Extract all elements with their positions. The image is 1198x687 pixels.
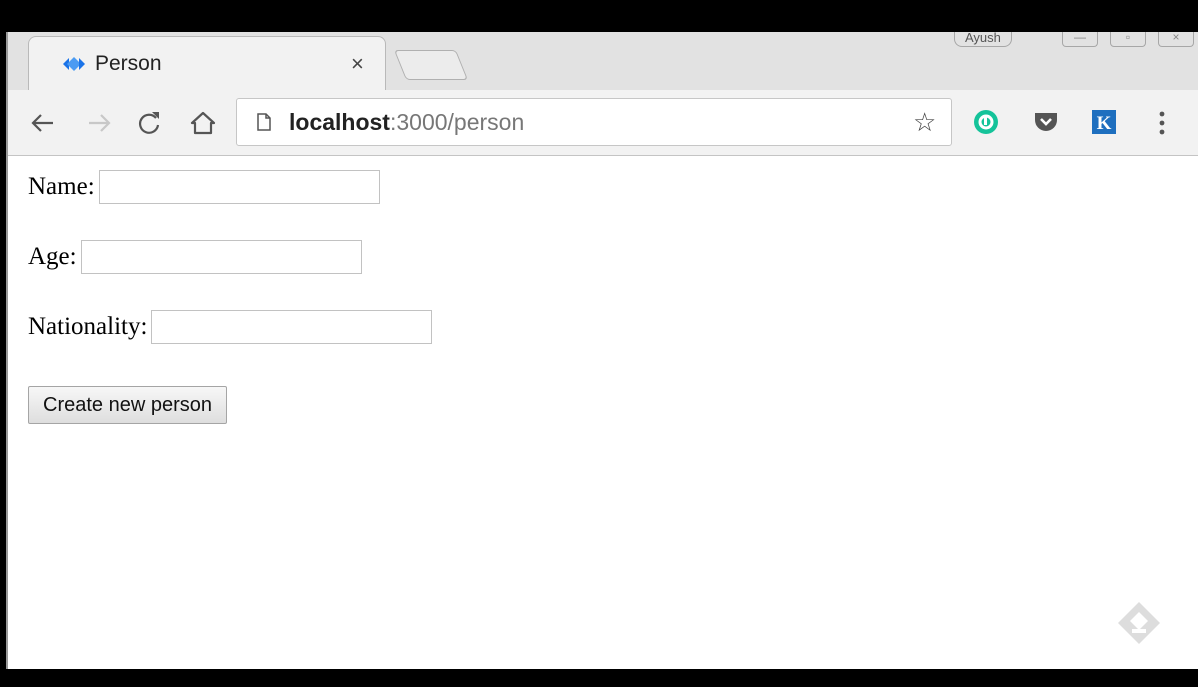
age-row: Age: [28,240,362,274]
grammarly-icon[interactable] [972,108,1000,136]
url-text[interactable]: localhost:3000/person [289,109,524,136]
tab-title: Person [95,52,162,75]
maximize-icon: ▫ [1125,30,1131,44]
age-label: Age: [28,243,77,270]
bottom-black-bar [0,669,1198,687]
pocket-icon[interactable] [1032,108,1060,136]
reload-icon[interactable] [134,108,164,138]
url-host: localhost [289,109,390,135]
tab-close-icon[interactable]: × [351,53,364,75]
name-row: Name: [28,170,380,204]
name-field[interactable] [98,170,380,204]
nationality-row: Nationality: [28,310,433,344]
top-black-bar [0,0,1198,32]
profile-button[interactable]: Ayush [954,31,1012,47]
tab-person[interactable]: Person × [28,36,386,90]
minimize-icon: — [1074,30,1086,44]
page-content: Name: Age: Nationality: Create new perso… [8,156,1198,669]
k-icon[interactable]: K [1090,108,1118,136]
url-path: :3000/person [389,109,525,135]
back-arrow-icon[interactable] [28,108,58,138]
bookmark-star-icon[interactable]: ☆ [913,108,936,136]
address-bar[interactable]: localhost:3000/person ☆ [236,98,952,146]
close-icon: × [1172,30,1180,44]
tab-strip: Person × Ayush — ▫ × [8,30,1198,90]
browser-window: Person × Ayush — ▫ × localhost:3000/pers… [6,30,1198,669]
svg-text:K: K [1097,113,1112,134]
name-label: Name: [28,173,95,200]
age-field[interactable] [80,240,362,274]
more-vert-icon[interactable] [1152,106,1172,140]
new-tab-button[interactable] [393,50,469,80]
maximize-button[interactable]: ▫ [1110,30,1146,47]
nationality-label: Nationality: [28,313,148,340]
browser-toolbar: localhost:3000/person ☆ K [8,90,1198,156]
forward-arrow-icon[interactable] [84,108,114,138]
close-window-button[interactable]: × [1158,30,1194,47]
diamond-arrows-icon [63,57,85,71]
minimize-button[interactable]: — [1062,30,1098,47]
page-info-icon[interactable] [257,113,271,131]
logo-watermark-icon [1118,602,1160,644]
nationality-field[interactable] [151,310,433,344]
create-person-button[interactable]: Create new person [28,386,227,424]
home-icon[interactable] [188,108,218,138]
